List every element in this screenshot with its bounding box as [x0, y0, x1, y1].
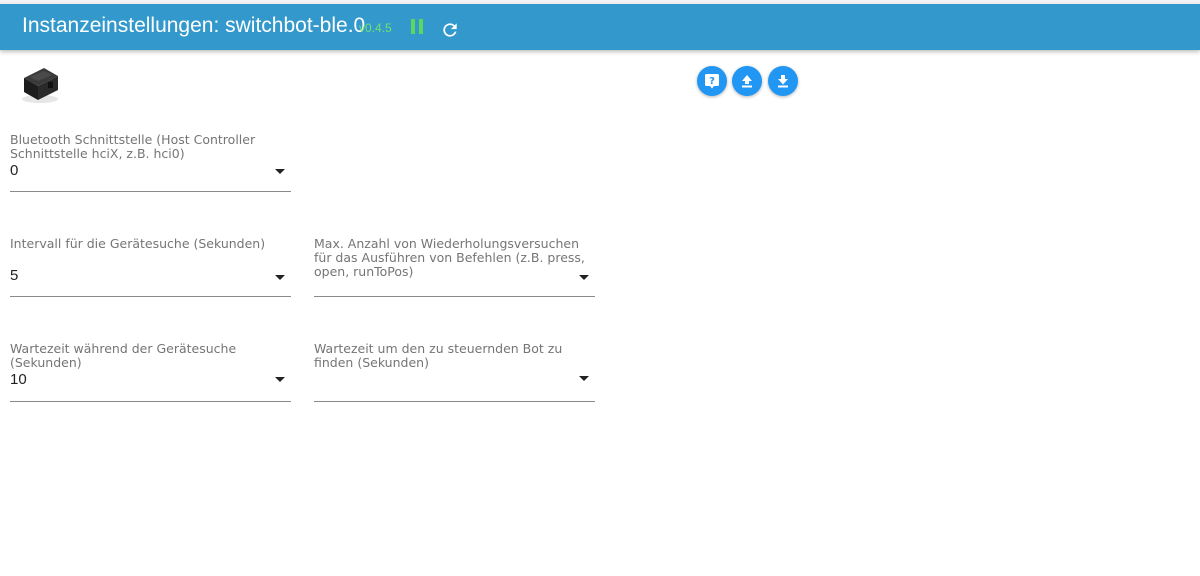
page-title: Instanzeinstellungen: switchbot-ble.0 — [22, 14, 366, 37]
bluetooth-interface-select[interactable]: Bluetooth Schnittstelle (Host Controller… — [10, 133, 292, 193]
scan-interval-select[interactable]: Intervall für die Gerätesuche (Sekunden)… — [10, 237, 292, 297]
bot-wait-select[interactable]: Wartezeit um den zu steuernden Bot zu fi… — [314, 342, 596, 402]
scan-wait-label: Wartezeit während der Gerätesuche (Sekun… — [10, 341, 237, 370]
scan-wait-value: 10 — [10, 371, 27, 388]
app-header: Instanzeinstellungen: switchbot-ble.0 v0… — [0, 4, 1200, 50]
bot-wait-label: Wartezeit um den zu steuernden Bot zu fi… — [314, 341, 563, 370]
field-underline — [10, 296, 291, 297]
download-button[interactable] — [768, 66, 798, 96]
chevron-down-icon[interactable] — [275, 377, 285, 382]
scan-interval-value: 5 — [10, 267, 19, 284]
field-underline — [314, 296, 595, 297]
switchbot-device-image — [18, 62, 62, 104]
max-retries-select[interactable]: Max. Anzahl von Wiederholungsversuchen f… — [314, 237, 596, 299]
chevron-down-icon[interactable] — [579, 376, 589, 381]
scan-interval-label: Intervall für die Gerätesuche (Sekunden) — [10, 236, 266, 251]
field-underline — [314, 401, 595, 402]
upload-button[interactable] — [732, 66, 762, 96]
download-icon — [778, 75, 788, 88]
max-retries-label: Max. Anzahl von Wiederholungsversuchen f… — [314, 236, 585, 279]
reload-icon[interactable] — [440, 20, 460, 40]
upload-icon — [742, 75, 752, 88]
pause-icon[interactable] — [411, 19, 425, 36]
field-underline — [10, 191, 291, 192]
svg-text:?: ? — [709, 76, 715, 87]
version-badge: v0.4.5 — [359, 21, 392, 35]
field-underline — [10, 401, 291, 402]
bluetooth-interface-value: 0 — [10, 162, 19, 179]
chevron-down-icon[interactable] — [275, 275, 285, 280]
scan-wait-select[interactable]: Wartezeit während der Gerätesuche (Sekun… — [10, 342, 305, 402]
bluetooth-interface-label: Bluetooth Schnittstelle (Host Controller… — [10, 132, 256, 161]
chevron-down-icon[interactable] — [275, 169, 285, 174]
help-icon: ? — [705, 74, 719, 89]
help-button[interactable]: ? — [697, 66, 727, 96]
chevron-down-icon[interactable] — [579, 275, 589, 280]
